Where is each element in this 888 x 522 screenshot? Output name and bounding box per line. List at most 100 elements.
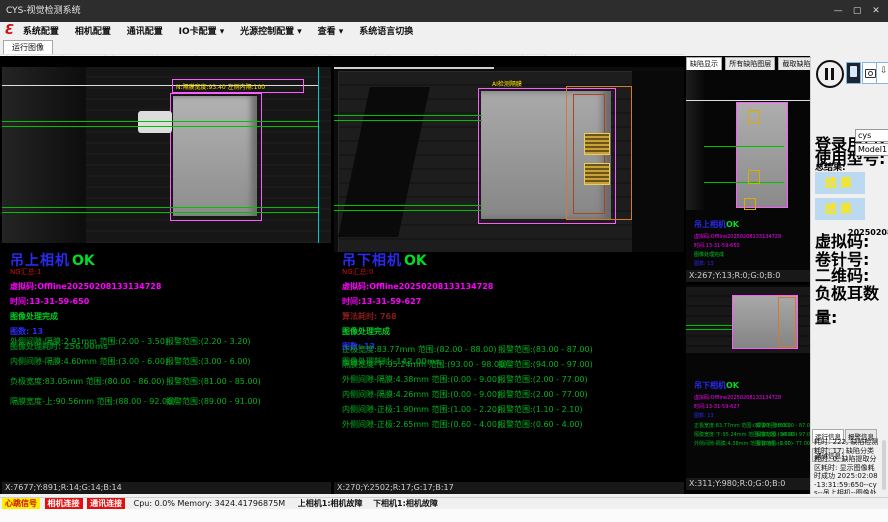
close-button[interactable]: ✕ xyxy=(868,0,884,22)
camera-lens-icon xyxy=(868,71,873,76)
mini-measurement: 报警范围:(2.00 - 77.00) xyxy=(756,440,810,447)
menu-item-light-config[interactable]: 光源控制配置 ▾ xyxy=(240,27,302,37)
alarm-range: 报警范围:(81.00 - 85.00) xyxy=(166,376,261,387)
measurement-value: 外侧间隙-隔膜:4.38mm 范围:(0.00 - 9.00) xyxy=(342,374,494,385)
battery-cell-region xyxy=(173,96,257,216)
import-button[interactable]: ⇩ xyxy=(876,62,888,84)
tab-defect-display[interactable]: 缺陷显示 xyxy=(686,57,722,71)
window-title: CYS-视觉检测系统 xyxy=(6,6,81,16)
alarm-range: 报警范围:(2.00 - 77.00) xyxy=(498,374,593,385)
left-camera-image[interactable]: N:隔膜宽度:93.40 左侧内隔:100 xyxy=(2,67,331,243)
mini-roi-box xyxy=(778,297,796,347)
window-controls: — ▢ ✕ xyxy=(830,0,884,22)
bright-top-line xyxy=(334,67,494,69)
middle-process-done: 图像处理完成 xyxy=(342,326,493,337)
mini-top-time: 时间:13-31-59-650 xyxy=(694,242,809,249)
green-guide-line xyxy=(2,126,318,127)
menu-item-camera-config[interactable]: 相机配置 xyxy=(75,27,111,37)
top-thumbnail-coordinates: X:267;Y:13;R:0;G:0;B:0 xyxy=(686,270,810,282)
mini-bottom-time: 时间:13-31-59-627 xyxy=(694,403,810,410)
mini-top-done: 图像处理完成 xyxy=(694,251,809,258)
defect-thumbnail-top[interactable]: 吊上相机OK 虚拟码:Offline20250208133134728 时间:1… xyxy=(686,70,810,270)
defect-view-tabs: 缺陷显示 所有缺陷图层 截取缺陷图层 xyxy=(686,57,829,71)
alarm-range: 报警范围:(2.20 - 3.20) xyxy=(166,336,261,347)
alarm-range: 报警范围:(3.00 - 6.00) xyxy=(166,356,261,367)
mini-bottom-overlay: 吊下相机OK 虚拟码:Offline20250208133134728 时间:1… xyxy=(694,373,810,447)
left-measurement-table: 外侧间隙-隔膜:2.91mm 范围:(2.00 - 3.50) 报警范围:(2.… xyxy=(10,336,261,407)
mini-top-overlay: 吊上相机OK 虚拟码:Offline20250208133134728 时间:1… xyxy=(694,212,809,270)
app-window: CYS-视觉检测系统 — ▢ ✕ Ɛ 系统配置 相机配置 通讯配置 IO卡配置 … xyxy=(0,0,888,522)
alarm-range: 报警范围:(89.00 - 91.00) xyxy=(166,396,261,407)
menu-item-language[interactable]: 系统语言切换 xyxy=(359,27,413,37)
mini-defect-marker xyxy=(748,170,760,184)
menu-item-comm-config[interactable]: 通讯配置 xyxy=(127,27,163,37)
mini-measurement: 隔膜宽度-下:95.24mm 范围:(93.00 - 98.00) xyxy=(694,431,756,438)
measurement-value: 隔膜宽度-上:90.56mm 范围:(88.00 - 92.00) xyxy=(10,396,162,407)
pause-button[interactable] xyxy=(816,60,844,88)
left-timestamp: 时间:13-31-59-650 xyxy=(10,296,161,307)
measurement-value: 正极宽度:83.77mm 范围:(82.00 - 88.00) xyxy=(342,344,494,355)
alarm-range: 报警范围:(0.60 - 4.00) xyxy=(498,419,593,430)
middle-ok-status: OK xyxy=(404,253,427,269)
measurement-value: 内侧间隙-隔膜:4.60mm 范围:(3.00 - 6.00) xyxy=(10,356,162,367)
maximize-button[interactable]: ▢ xyxy=(849,0,865,22)
middle-view-coordinates: X:270;Y:2502;R:17;G:17;B:17 xyxy=(334,482,684,494)
cyan-guide-line xyxy=(318,67,319,243)
measurement-value: 外侧间隙-隔膜:2.91mm 范围:(2.00 - 3.50) xyxy=(10,336,162,347)
mini-green-line xyxy=(686,325,732,326)
device-screen-icon xyxy=(850,66,857,77)
tab-all-defect-layers[interactable]: 所有缺陷图层 xyxy=(725,57,775,71)
left-process-done: 图像处理完成 xyxy=(10,311,161,322)
comm-link-status-badge: 通讯连接 xyxy=(87,498,125,509)
middle-camera-image[interactable]: AI检测隔膜 xyxy=(334,67,684,252)
mini-top-code: 虚拟码:Offline20250208133134728 xyxy=(694,233,809,240)
result-box-1: 结果 xyxy=(815,172,865,194)
app-logo-icon: Ɛ xyxy=(5,23,14,38)
mini-top-title: 吊上相机 xyxy=(694,220,726,229)
virtual-code-value: 20250208 xyxy=(848,228,888,237)
measurement-value: 内侧间隙-正极:1.90mm 范围:(1.00 - 2.20) xyxy=(342,404,494,415)
arrow-down-icon: ⇩ xyxy=(880,66,888,76)
menu-item-view[interactable]: 查看 ▾ xyxy=(318,27,344,37)
measurement-value: 负极宽度:83.05mm 范围:(80.00 - 86.00) xyxy=(10,376,162,387)
tab-strip: 运行图像 xyxy=(0,40,888,54)
mini-measurement: 报警范围:(94.00 - 97.00) xyxy=(756,431,810,438)
pause-icon xyxy=(831,68,834,80)
tab-run-image[interactable]: 运行图像 xyxy=(3,40,53,54)
left-ok-status: OK xyxy=(72,253,95,269)
run-log-panel[interactable]: 耗时: 222, 缺陷检测耗时: 17, 缺陷分类耗时: 0, 缺陷提取分区耗时… xyxy=(814,438,880,494)
alarm-range: 报警范围:(94.00 - 97.00) xyxy=(498,359,593,370)
mini-shade xyxy=(686,70,704,210)
menu-item-system-config[interactable]: 系统配置 xyxy=(23,27,59,37)
mini-green-line xyxy=(686,329,732,330)
middle-virtual-code: 虚拟码:Offline20250208133134728 xyxy=(342,281,493,292)
mini-defect-marker xyxy=(744,198,756,210)
pause-icon xyxy=(825,68,828,80)
log-scrollbar[interactable] xyxy=(882,440,886,490)
green-guide-line xyxy=(2,121,318,122)
minimize-button[interactable]: — xyxy=(830,0,846,22)
electrode-tab xyxy=(584,133,610,155)
lower-camera-status: 下相机1:相机故障 xyxy=(373,499,438,508)
camera-button[interactable] xyxy=(862,62,877,84)
menu-item-io-config[interactable]: IO卡配置 ▾ xyxy=(179,27,225,37)
cpu-memory-readout: Cpu: 0.0% Memory: 3424.41796875M xyxy=(134,499,286,508)
machinery-right-shade xyxy=(632,71,684,252)
measurement-value: 内侧间隙-隔膜:4.26mm 范围:(0.00 - 9.00) xyxy=(342,389,494,400)
mini-bottom-ok: OK xyxy=(726,381,739,390)
neg-tab-count-label: 负极耳数量: xyxy=(815,280,888,328)
window-footer xyxy=(0,509,888,522)
upper-camera-status: 上相机1:相机故障 xyxy=(298,499,363,508)
mini-bottom-title: 吊下相机 xyxy=(694,381,726,390)
green-guide-line xyxy=(334,205,482,206)
alarm-range: 报警范围:(83.00 - 87.00) xyxy=(498,344,593,355)
defect-thumbnail-bottom[interactable]: 吊下相机OK 虚拟码:Offline20250208133134728 时间:1… xyxy=(686,285,810,478)
mini-bottom-frames: 图数: 13 xyxy=(694,412,810,419)
login-user-value: cys xyxy=(855,129,888,142)
electrode-tab xyxy=(584,163,610,185)
device-view-button[interactable] xyxy=(846,62,861,84)
heartbeat-status-badge: 心跳信号 xyxy=(2,498,40,509)
measurement-value: 隔膜宽度-下:95.24mm 范围:(93.00 - 98.00) xyxy=(342,359,494,370)
model-select[interactable]: Model1 xyxy=(855,143,888,156)
menu-bar: Ɛ 系统配置 相机配置 通讯配置 IO卡配置 ▾ 光源控制配置 ▾ 查看 ▾ 系… xyxy=(0,22,888,41)
